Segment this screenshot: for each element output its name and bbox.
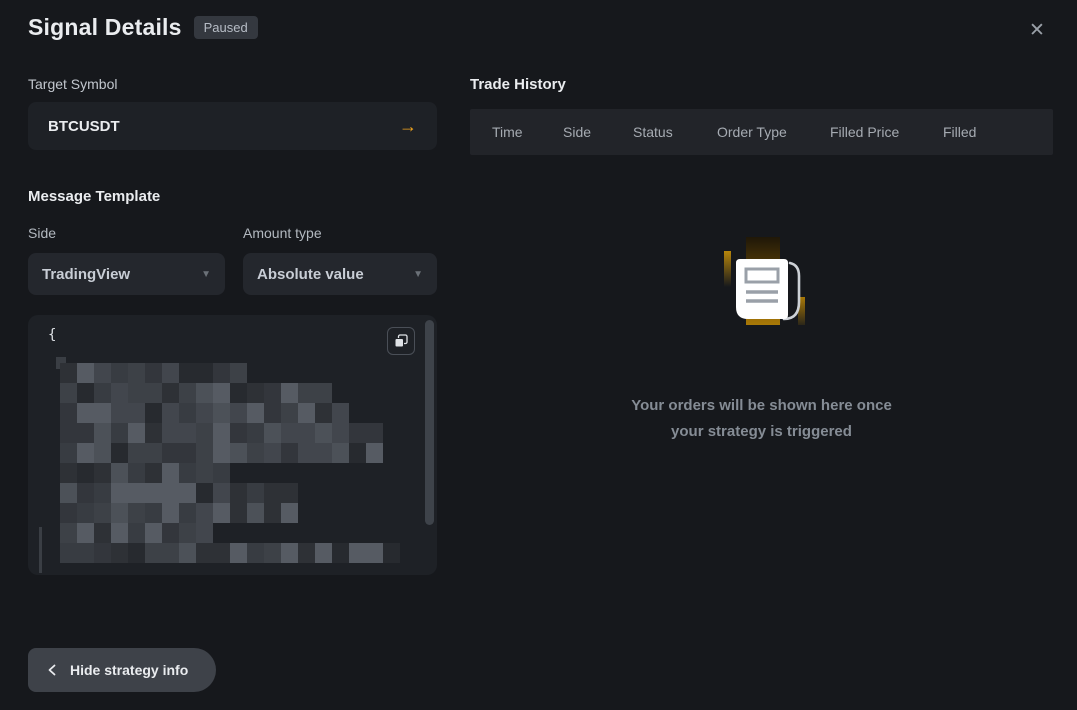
redacted-row [60,443,400,463]
side-dropdown-value: TradingView [42,266,130,283]
template-code-preview[interactable]: { [28,315,437,575]
side-dropdown[interactable]: TradingView ▼ [28,253,225,295]
target-symbol-value: BTCUSDT [48,118,120,135]
chevron-down-icon: ▼ [413,269,423,280]
empty-state: Your orders will be shown here once your… [470,231,1053,445]
empty-state-line2: your strategy is triggered [470,419,1053,445]
amount-type-dropdown[interactable]: Absolute value ▼ [243,253,437,295]
redacted-block [39,527,42,573]
close-icon: ✕ [1029,19,1045,42]
chevron-down-icon: ▼ [201,269,211,280]
redacted-row [60,383,400,403]
signal-details-modal: Signal Details Paused ✕ Target Symbol BT… [0,0,1077,710]
target-symbol-label: Target Symbol [28,76,437,92]
trade-history-heading: Trade History [470,76,1053,93]
empty-state-line1: Your orders will be shown here once [470,393,1053,419]
redacted-row [60,423,400,443]
column-header-filled: Filled [943,124,976,140]
amount-type-label: Amount type [243,225,437,241]
amount-type-group: Amount type Absolute value ▼ [243,225,437,295]
redacted-row [60,483,400,503]
side-group: Side TradingView ▼ [28,225,225,295]
column-header-time: Time [492,124,523,140]
column-header-order-type: Order Type [717,124,787,140]
redacted-row [60,503,400,523]
side-label: Side [28,225,225,241]
modal-header: Signal Details Paused [28,14,258,41]
close-button[interactable]: ✕ [1023,16,1051,44]
hide-strategy-info-label: Hide strategy info [70,662,188,678]
chevron-left-icon [46,664,58,676]
redacted-row [60,463,400,483]
code-open-brace: { [48,327,56,343]
column-header-filled-price: Filled Price [830,124,899,140]
redacted-row [60,523,400,543]
trade-history-panel: Trade History Time Side Status Order Type Fi… [470,76,1053,445]
column-header-status: Status [633,124,673,140]
template-options-row: Side TradingView ▼ Amount type Absolute … [28,225,437,295]
copy-icon [394,334,408,348]
redacted-template-content [60,363,400,563]
redacted-row [60,543,400,563]
redacted-row [60,363,400,383]
trade-history-header-row: Time Side Status Order Type Filled Price Fill… [470,109,1053,155]
column-header-side: Side [563,124,591,140]
amount-type-dropdown-value: Absolute value [257,266,364,283]
status-badge: Paused [194,16,258,39]
code-scrollbar[interactable] [425,320,434,525]
redacted-row [60,403,400,423]
arrow-right-icon[interactable]: → [399,116,417,137]
copy-button[interactable] [387,327,415,355]
hide-strategy-info-button[interactable]: Hide strategy info [28,648,216,692]
target-symbol-field[interactable]: BTCUSDT → [28,102,437,150]
empty-orders-icon [700,231,824,343]
strategy-info-panel: Target Symbol BTCUSDT → Message Template… [28,76,437,575]
message-template-heading: Message Template [28,188,437,205]
page-title: Signal Details [28,14,182,41]
